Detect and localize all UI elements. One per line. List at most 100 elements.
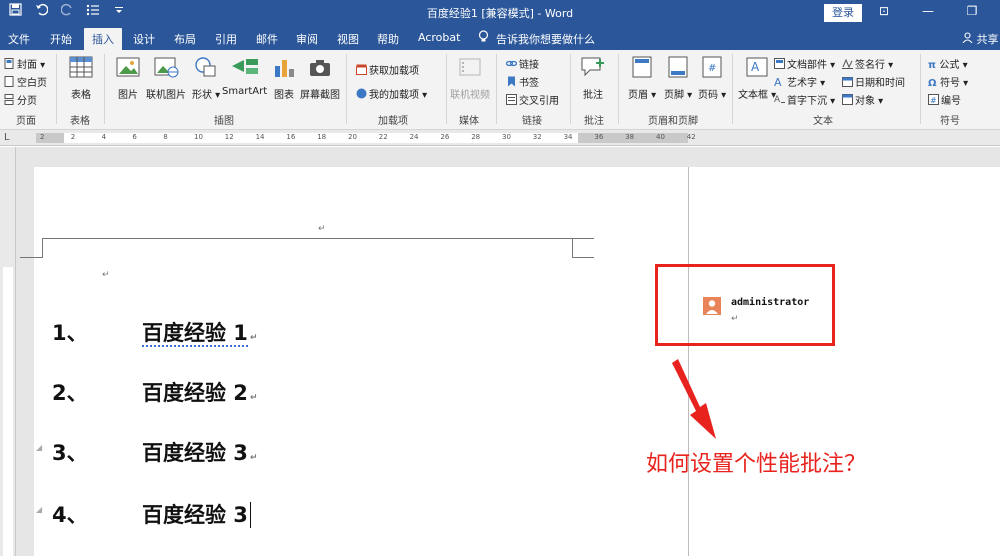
share-button[interactable]: 共享 bbox=[962, 31, 999, 47]
tab-home[interactable]: 开始 bbox=[50, 31, 72, 47]
group-separator bbox=[496, 54, 497, 124]
signature-line-button[interactable]: 签名行 ▾ bbox=[842, 56, 893, 71]
chart-icon bbox=[272, 56, 296, 81]
shapes-text: 形状 bbox=[192, 90, 212, 101]
pictures-button[interactable]: 图片 bbox=[116, 56, 140, 101]
cross-reference-button[interactable]: 交叉引用 bbox=[506, 92, 559, 107]
login-button[interactable]: 登录 bbox=[824, 4, 862, 22]
ruler-number: 8 bbox=[163, 133, 168, 141]
drop-cap-button[interactable]: A 首字下沉 ▾ bbox=[774, 92, 835, 107]
equation-label: 公式 bbox=[939, 60, 960, 71]
comment-paragraph-mark[interactable]: ↵ bbox=[731, 314, 739, 324]
my-addins-label: 我的加载项 bbox=[369, 90, 419, 101]
date-time-label: 日期和时间 bbox=[855, 78, 905, 89]
object-icon bbox=[842, 94, 853, 105]
table-label: 表格 bbox=[71, 90, 91, 101]
page-break-button[interactable]: 分页 bbox=[4, 92, 37, 107]
group-separator bbox=[570, 54, 571, 124]
object-label: 对象 bbox=[855, 96, 875, 107]
group-header-footer-label: 页眉和页脚 bbox=[648, 116, 698, 127]
page-number-icon: # bbox=[698, 56, 726, 81]
my-addins-button[interactable]: 我的加载项 ▾ bbox=[356, 86, 427, 101]
tab-help[interactable]: 帮助 bbox=[377, 31, 399, 47]
group-pages-label: 页面 bbox=[16, 116, 36, 127]
document-page[interactable] bbox=[34, 167, 1000, 556]
online-pictures-label: 联机图片 bbox=[146, 90, 186, 101]
ruler-number: 28 bbox=[471, 133, 481, 141]
annotation-text: 如何设置个性能批注？ bbox=[646, 452, 867, 477]
number-button[interactable]: # 编号 bbox=[928, 92, 961, 107]
new-comment-button[interactable]: 批注 bbox=[580, 56, 606, 101]
tab-insert[interactable]: 插入 bbox=[84, 28, 122, 50]
tab-review[interactable]: 审阅 bbox=[296, 31, 318, 47]
text-box-icon: A bbox=[738, 56, 776, 81]
list-text-value: 百度经验 1 bbox=[142, 321, 248, 347]
quick-parts-label: 文档部件 bbox=[787, 60, 827, 71]
ruler-number: 4 bbox=[101, 133, 107, 141]
ruler-number: 6 bbox=[132, 133, 137, 141]
online-video-button[interactable]: 联机视频 bbox=[448, 56, 492, 101]
shapes-label: 形状 ▾ bbox=[192, 90, 221, 101]
vertical-ruler-strip bbox=[3, 267, 13, 556]
drop-cap-icon: A bbox=[774, 94, 785, 105]
table-button[interactable]: 表格 bbox=[68, 56, 94, 101]
list-text-value: 百度经验 2 bbox=[142, 381, 248, 405]
red-arrow-icon bbox=[672, 359, 716, 439]
ruler-number: 30 bbox=[502, 133, 511, 141]
cover-page-button[interactable]: 封面 ▾ bbox=[4, 56, 45, 71]
wordart-button[interactable]: A 艺术字 ▾ bbox=[774, 74, 825, 89]
get-addins-button[interactable]: 获取加载项 bbox=[356, 62, 419, 77]
chart-button[interactable]: 图表 bbox=[272, 56, 296, 101]
link-button[interactable]: 链接 bbox=[505, 56, 539, 71]
horizontal-ruler[interactable]: L 2 2 4 6 8 10 12 14 16 18 20 22 24 26 28 30 32 34 36 38 40 4… bbox=[0, 130, 1000, 146]
date-time-button[interactable]: 日期和时间 bbox=[842, 74, 905, 89]
header-border bbox=[42, 238, 594, 239]
group-separator bbox=[920, 54, 921, 124]
ruler-number: 22 bbox=[378, 133, 388, 141]
text-box-label: 文本框 ▾ bbox=[738, 90, 777, 101]
tab-references[interactable]: 引用 bbox=[215, 31, 237, 47]
ruler-number: 26 bbox=[440, 133, 450, 141]
tab-layout[interactable]: 布局 bbox=[174, 31, 196, 47]
tab-file[interactable]: 文件 bbox=[8, 31, 30, 47]
screenshot-button[interactable]: 屏幕截图 bbox=[300, 56, 340, 101]
ruler-number: 16 bbox=[286, 133, 296, 141]
svg-text:A: A bbox=[774, 76, 782, 87]
blank-page-button[interactable]: 空白页 bbox=[4, 74, 47, 89]
user-avatar-icon bbox=[703, 297, 721, 315]
paragraph-mark: ↵ bbox=[102, 270, 110, 280]
tab-selector[interactable]: L bbox=[4, 132, 10, 143]
footer-button[interactable]: 页脚 ▾ bbox=[664, 56, 692, 101]
vertical-ruler[interactable] bbox=[0, 147, 16, 556]
object-button[interactable]: 对象 ▾ bbox=[842, 92, 883, 107]
tab-design[interactable]: 设计 bbox=[133, 31, 155, 47]
page-number-button[interactable]: # 页码 ▾ bbox=[698, 56, 726, 101]
smartart-button[interactable]: SmartArt bbox=[222, 56, 267, 97]
ruler-number: 36 bbox=[594, 133, 604, 141]
minimize-icon[interactable]: — bbox=[920, 4, 936, 18]
shapes-button[interactable]: 形状 ▾ bbox=[192, 56, 220, 101]
tab-view[interactable]: 视图 bbox=[337, 31, 359, 47]
group-text-label: 文本 bbox=[813, 116, 833, 127]
quick-parts-button[interactable]: 文档部件 ▾ bbox=[774, 56, 835, 71]
restore-icon[interactable]: ❐ bbox=[964, 4, 980, 18]
tab-acrobat[interactable]: Acrobat bbox=[418, 31, 460, 44]
equation-button[interactable]: π 公式 ▾ bbox=[928, 56, 968, 71]
link-icon bbox=[505, 58, 518, 69]
online-pictures-button[interactable]: 联机图片 bbox=[146, 56, 186, 101]
tell-me-search[interactable]: 告诉我你想要做什么 bbox=[496, 31, 595, 47]
header-button[interactable]: 页眉 ▾ bbox=[628, 56, 656, 101]
symbol-button[interactable]: Ω 符号 ▾ bbox=[928, 74, 968, 89]
number-label: 编号 bbox=[941, 96, 961, 107]
table-icon bbox=[68, 56, 94, 81]
person-icon bbox=[962, 32, 977, 46]
share-label: 共享 bbox=[976, 33, 999, 46]
get-addins-label: 获取加载项 bbox=[369, 66, 419, 77]
pi-icon: π bbox=[928, 60, 940, 71]
ribbon-display-options-icon[interactable]: ⊡ bbox=[876, 4, 892, 18]
group-separator bbox=[346, 54, 347, 124]
tab-mailings[interactable]: 邮件 bbox=[256, 31, 278, 47]
bookmark-button[interactable]: 书签 bbox=[506, 74, 539, 89]
text-box-button[interactable]: A 文本框 ▾ bbox=[738, 56, 776, 101]
ruler-number: 40 bbox=[656, 133, 665, 141]
